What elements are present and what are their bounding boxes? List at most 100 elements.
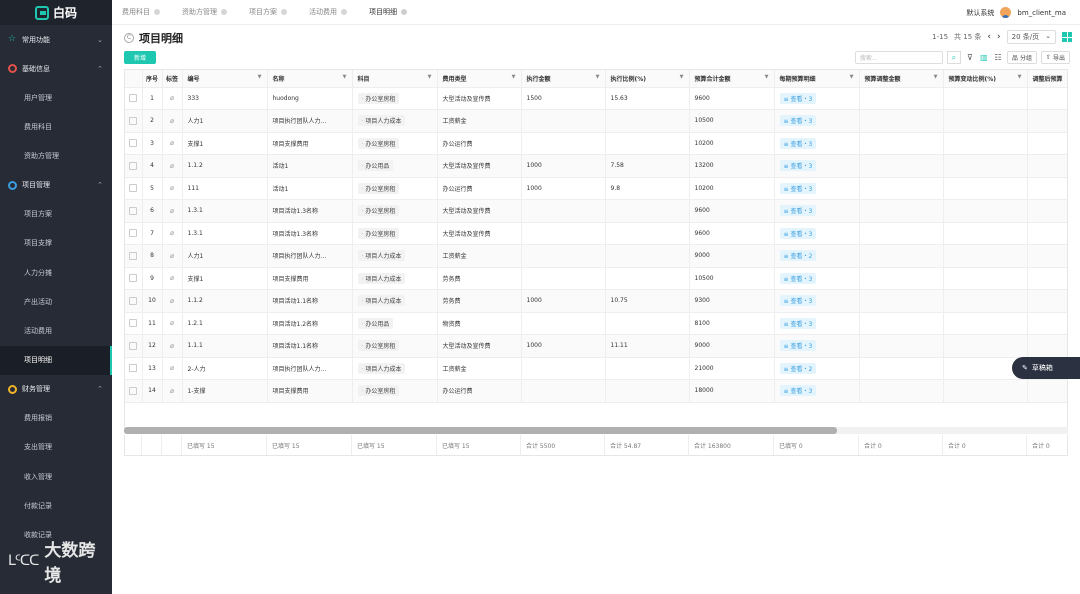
sidebar-group[interactable]: 财务管理 ⌃ xyxy=(0,375,112,404)
row-checkbox[interactable] xyxy=(129,274,138,283)
column-header[interactable]: 执行金额 ▼ xyxy=(521,70,606,88)
column-header[interactable]: 费用类型 ▼ xyxy=(437,70,522,88)
row-checkbox[interactable] xyxy=(129,341,138,350)
view-switch-icon[interactable] xyxy=(1062,32,1072,42)
search-icon[interactable]: ⌕ xyxy=(946,51,961,64)
app-logo[interactable]: 白码 xyxy=(0,0,112,25)
drafts-button[interactable]: ✎ 草稿箱 xyxy=(1012,357,1080,379)
column-header[interactable]: 执行比例(%) ▼ xyxy=(605,70,690,88)
sort-caret-icon[interactable]: ▼ xyxy=(680,74,684,80)
close-icon[interactable] xyxy=(281,9,287,15)
sort-caret-icon[interactable]: ▼ xyxy=(1018,74,1022,80)
sidebar-item[interactable]: 人力分摊 xyxy=(0,258,112,287)
paperclip-icon[interactable]: ⌀ xyxy=(170,207,174,215)
table-row[interactable]: 4 ⌀ 1.1.2活动1 办公用品 大型活动及宣传费10007.5813200 查看・3 xyxy=(125,154,1067,178)
table-row[interactable]: 14 ⌀ 1-支撑项目支撑费用办公室房租 办公运行费 18000 查看・3 xyxy=(125,379,1067,403)
sort-caret-icon[interactable]: ▼ xyxy=(428,74,432,80)
table-row[interactable]: 11 ⌀ 1.2.1项目活动1.2名称办公用品 物资费 8100 查看・3 xyxy=(125,312,1067,335)
add-button[interactable]: 新增 xyxy=(124,51,156,64)
prev-page-icon[interactable]: ‹ xyxy=(987,32,991,42)
system-switch[interactable]: 默认系统 xyxy=(966,8,994,18)
sort-caret-icon[interactable]: ▼ xyxy=(343,74,347,80)
close-icon[interactable] xyxy=(341,9,347,15)
tab[interactable]: 费用科目 xyxy=(122,7,160,17)
close-icon[interactable] xyxy=(221,9,227,15)
sidebar-group[interactable]: 基础信息 ⌃ xyxy=(0,54,112,83)
sidebar-item[interactable]: 项目方案 xyxy=(0,200,112,229)
close-icon[interactable] xyxy=(401,9,407,15)
table-row[interactable]: 1 ⌀ 333huodong 办公室房租 大型活动及宣传费150015.639600 查看… xyxy=(125,87,1067,110)
sort-caret-icon[interactable]: ▼ xyxy=(765,74,769,80)
view-detail-link[interactable]: 查看・3 xyxy=(779,340,817,352)
next-page-icon[interactable]: › xyxy=(997,32,1001,42)
close-icon[interactable] xyxy=(154,9,160,15)
view-detail-link[interactable]: 查看・2 xyxy=(779,362,817,374)
sidebar-item[interactable]: 活动费用 xyxy=(0,316,112,345)
row-checkbox[interactable] xyxy=(129,364,138,373)
column-header[interactable]: 标签 xyxy=(162,70,183,88)
search-input[interactable]: 搜索... xyxy=(854,51,943,64)
sidebar-item[interactable]: 支出管理 xyxy=(0,433,112,462)
view-detail-link[interactable]: 查看・3 xyxy=(779,115,817,127)
paperclip-icon[interactable]: ⌀ xyxy=(170,297,174,305)
row-checkbox[interactable] xyxy=(129,161,138,170)
row-checkbox[interactable] xyxy=(129,386,138,395)
paperclip-icon[interactable]: ⌀ xyxy=(170,364,174,372)
paperclip-icon[interactable]: ⌀ xyxy=(170,117,174,125)
sidebar-group[interactable]: ☆ 常用功能 ⌄ xyxy=(0,25,112,54)
sidebar-item[interactable]: 付款记录 xyxy=(0,491,112,520)
paperclip-icon[interactable]: ⌀ xyxy=(170,387,174,395)
column-header[interactable]: 每期预算明细 ▼ xyxy=(774,70,860,88)
sidebar-item[interactable]: 用户管理 xyxy=(0,83,112,112)
columns-icon[interactable]: ☷ xyxy=(993,51,1003,64)
sort-caret-icon[interactable]: ▼ xyxy=(596,74,600,80)
export-button[interactable]: ⇧ 导出 xyxy=(1040,51,1070,64)
row-checkbox[interactable] xyxy=(129,229,138,238)
filter-icon[interactable]: ⊽ xyxy=(965,51,975,64)
paperclip-icon[interactable]: ⌀ xyxy=(170,274,174,282)
horizontal-scrollbar[interactable] xyxy=(124,427,1068,434)
column-header[interactable]: 预算调整金额 ▼ xyxy=(859,70,944,88)
sort-caret-icon[interactable]: ▼ xyxy=(934,74,938,80)
paperclip-icon[interactable]: ⌀ xyxy=(170,229,174,237)
view-detail-link[interactable]: 查看・3 xyxy=(779,295,817,307)
paperclip-icon[interactable]: ⌀ xyxy=(170,139,174,147)
row-checkbox[interactable] xyxy=(129,184,138,193)
table-row[interactable]: 7 ⌀ 1.3.1项目活动1.3名称办公室房租 大型活动及宣传费 9600 查看・3 xyxy=(125,222,1067,245)
sidebar-item[interactable]: 资助方管理 xyxy=(0,141,112,170)
group-button[interactable]: 品分组 xyxy=(1006,51,1037,64)
table-row[interactable]: 3 ⌀ 支撑1项目支撑费用办公室房租 办公运行费 10200 查看・3 xyxy=(125,132,1067,155)
sidebar-item[interactable]: 收入管理 xyxy=(0,462,112,491)
tab[interactable]: 项目方案 xyxy=(249,7,287,17)
column-header[interactable]: 序号 xyxy=(142,70,163,88)
sidebar-item[interactable]: 项目支撑 xyxy=(0,229,112,258)
tab[interactable]: 项目明细 xyxy=(369,7,407,17)
view-detail-link[interactable]: 查看・3 xyxy=(779,92,817,104)
sidebar-group[interactable]: 项目管理 ⌃ xyxy=(0,171,112,200)
table-row[interactable]: 13 ⌀ 2-人力项目执行团队人力... 项目人力成本 工资薪金 21000 查看・2 xyxy=(125,357,1067,380)
sidebar-item[interactable]: 费用报销 xyxy=(0,404,112,433)
sort-caret-icon[interactable]: ▼ xyxy=(512,74,516,80)
view-detail-link[interactable]: 查看・3 xyxy=(779,385,817,397)
view-detail-link[interactable]: 查看・3 xyxy=(779,160,817,172)
row-checkbox[interactable] xyxy=(129,116,138,125)
row-checkbox[interactable] xyxy=(129,251,138,260)
row-checkbox[interactable] xyxy=(129,139,138,148)
table-row[interactable]: 2 ⌀ 人力1项目执行团队人力... 项目人力成本 工资薪金 10500 查看・3 xyxy=(125,109,1067,133)
table-row[interactable]: 10 ⌀ 1.1.2项目活动1.1名称项目人力成本 劳务费100010.759300 查… xyxy=(125,289,1067,313)
table-row[interactable]: 12 ⌀ 1.1.1项目活动1.1名称办公室房租 大型活动及宣传费100011.119… xyxy=(125,334,1067,358)
column-header[interactable]: 科目 ▼ xyxy=(352,70,438,88)
table-row[interactable]: 6 ⌀ 1.3.1项目活动1.3名称办公室房租 大型活动及宣传费 9600 查看・3 xyxy=(125,199,1067,223)
sort-caret-icon[interactable]: ▼ xyxy=(258,74,262,80)
row-checkbox[interactable] xyxy=(129,206,138,215)
page-size-select[interactable]: 20 条/页 ⌄ xyxy=(1006,30,1056,44)
table-row[interactable]: 5 ⌀ 111活动1 办公室房租 办公运行费10009.810200 查看・3 xyxy=(125,177,1067,200)
column-header[interactable]: 名称 ▼ xyxy=(267,70,353,88)
paperclip-icon[interactable]: ⌀ xyxy=(170,94,174,102)
sidebar-item[interactable]: 费用科目 xyxy=(0,112,112,141)
paperclip-icon[interactable]: ⌀ xyxy=(170,184,174,192)
row-checkbox[interactable] xyxy=(129,319,138,328)
chart-icon[interactable]: ▥ xyxy=(979,51,989,64)
paperclip-icon[interactable]: ⌀ xyxy=(170,252,174,260)
tab[interactable]: 资助方管理 xyxy=(182,7,227,17)
